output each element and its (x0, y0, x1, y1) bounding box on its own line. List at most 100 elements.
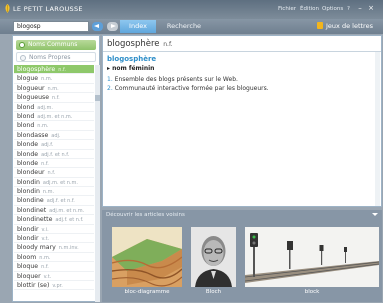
word-label: blogue (17, 75, 39, 83)
list-item[interactable]: blonde n.f. (14, 159, 94, 169)
word-label: bloom (17, 253, 37, 261)
list-item[interactable]: blond adj.m. (14, 103, 94, 112)
entry-grammar: ▸ nom féminin (107, 65, 155, 72)
radio-selected-icon (19, 42, 25, 48)
list-item[interactable]: blondin adj.m. et n.m. (14, 178, 94, 188)
word-grammar: n.m. (42, 189, 55, 196)
article-thumb-bloc-diagramme[interactable] (112, 227, 182, 287)
word-grammar: n.m. (47, 85, 59, 92)
word-label: bloque (17, 263, 39, 271)
article-thumb-block[interactable] (245, 227, 379, 287)
word-label: blondinet (17, 206, 47, 214)
divider (103, 51, 381, 52)
jeux-label: Jeux de lettres (326, 22, 373, 30)
noms-communs-radio[interactable]: Noms Communs (16, 40, 96, 50)
list-item[interactable]: bloom n.m. (14, 253, 94, 263)
headword-title: blogosphère n.f. (107, 39, 173, 49)
list-item[interactable]: blond adj.m. et n.m. (14, 112, 94, 122)
list-item[interactable]: blondir v.t. (14, 234, 94, 244)
word-grammar: adj.f. et n.f. (55, 217, 84, 224)
caption-bloc-diagramme[interactable]: bloc-diagramme (112, 289, 182, 295)
list-item[interactable]: blogosphère n.f. (14, 65, 94, 75)
menu-fichier[interactable]: Fichier (278, 6, 296, 12)
caption-bloch[interactable]: Bloch (191, 289, 236, 295)
word-grammar: n.f. (41, 264, 49, 271)
word-grammar: n.m. (41, 76, 53, 83)
list-item[interactable]: blogue n.m. (14, 74, 94, 84)
search-input[interactable] (13, 21, 89, 32)
word-grammar: adj.m. et n.m. (42, 179, 79, 186)
list-item[interactable]: blonde adj.f. et n.f. (14, 150, 94, 159)
list-item[interactable]: blogueuse n.f. (14, 93, 94, 103)
word-grammar: n.f. (47, 170, 56, 177)
bloc-diagramme-image (112, 227, 182, 287)
sense-2: 2. Communauté interactive formée par les… (107, 85, 269, 92)
word-grammar: adj.f. et n.f. (46, 198, 75, 205)
tab-index[interactable]: Index (120, 20, 156, 33)
word-label: blondin (17, 178, 40, 186)
sense-text: Ensemble des blogs présents sur le Web. (114, 76, 238, 83)
list-item[interactable]: blond n.m. (14, 121, 94, 131)
article-thumb-bloch[interactable] (191, 227, 236, 287)
larousse-logo-icon (5, 4, 10, 13)
word-list: blogosphère n.f. blogue n.m. blogueur n.m.… (14, 65, 94, 302)
menu-help[interactable]: ? (347, 6, 350, 12)
forward-arrow-icon[interactable] (107, 22, 118, 31)
word-grammar: adj. (51, 132, 61, 139)
word-label: blondeur (17, 169, 45, 177)
headword: blogosphère (107, 39, 160, 49)
list-item[interactable]: blondasse adj. (14, 131, 94, 141)
list-item[interactable]: bloody mary n.m.inv. (14, 243, 94, 253)
list-item[interactable]: blogueur n.m. (14, 84, 94, 94)
jeux-de-lettres-button[interactable]: Jeux de lettres (315, 20, 375, 33)
word-grammar: n.f. (58, 67, 66, 73)
articles-title: Découvrir les articles voisins (106, 212, 185, 218)
related-articles-panel: Découvrir les articles voisins bloc-diag… (102, 210, 382, 302)
noms-propres-radio[interactable]: Noms Propres (16, 52, 96, 62)
app-title: LE PETIT LAROUSSE (13, 5, 83, 13)
toolbar: Index Recherche Jeux de lettres (0, 19, 383, 34)
minimize-icon[interactable]: – (356, 4, 364, 12)
tab-recherche[interactable]: Recherche (158, 20, 210, 33)
radio-unselected-icon (20, 55, 26, 61)
word-list-panel: Noms Communs Noms Propres blogosphère n.… (12, 35, 100, 302)
list-item[interactable]: blondeur n.f. (14, 168, 94, 178)
word-label: blondine (17, 197, 44, 205)
list-item[interactable]: blottir (se) v.pr. (14, 281, 94, 291)
list-item[interactable]: blondinet adj.m. et n.m. (14, 206, 94, 216)
word-label: blonde (17, 150, 39, 158)
word-label: blondin (17, 188, 40, 196)
word-grammar: n.f. (52, 95, 60, 102)
list-item[interactable]: bloque n.f. (14, 262, 94, 272)
word-list-scrollbar[interactable] (95, 65, 100, 302)
word-label: blonde (17, 141, 39, 149)
definition-scrollbar[interactable] (375, 52, 380, 206)
word-grammar: adj.f. et n.f. (41, 151, 70, 158)
word-grammar: adj.m. (37, 104, 53, 111)
scroll-thumb[interactable] (95, 95, 100, 101)
word-grammar: v.i. (41, 226, 49, 233)
noms-propres-label: Noms Propres (29, 54, 71, 61)
sense-1: 1. Ensemble des blogs présents sur le We… (107, 76, 238, 83)
back-arrow-icon[interactable] (92, 22, 103, 31)
list-item[interactable]: blonde adj.f. (14, 140, 94, 150)
menu-edition[interactable]: Édition (300, 6, 319, 12)
list-item[interactable]: blondine adj.f. et n.f. (14, 196, 94, 206)
menu-options[interactable]: Options (322, 6, 343, 12)
list-item[interactable]: blondinette adj.f. et n.f. (14, 215, 94, 225)
word-label: blondir (17, 225, 39, 233)
word-label: blond (17, 112, 35, 120)
caption-block[interactable]: block (245, 289, 379, 295)
entry-word: blogosphère (107, 55, 157, 63)
list-item[interactable]: blondin n.m. (14, 187, 94, 197)
word-grammar: adj.m. et n.m. (49, 207, 85, 214)
word-label: blond (17, 103, 35, 111)
word-grammar: n.m. (37, 123, 49, 130)
list-item[interactable]: blondir v.i. (14, 225, 94, 235)
list-item[interactable]: bloquer v.t. (14, 272, 94, 281)
close-icon[interactable]: × (367, 4, 375, 12)
title-bar: LE PETIT LAROUSSE Fichier Édition Option… (0, 0, 383, 19)
chevron-down-icon[interactable] (372, 213, 378, 216)
word-grammar: v.t. (43, 273, 52, 280)
word-grammar: v.t. (41, 236, 50, 243)
